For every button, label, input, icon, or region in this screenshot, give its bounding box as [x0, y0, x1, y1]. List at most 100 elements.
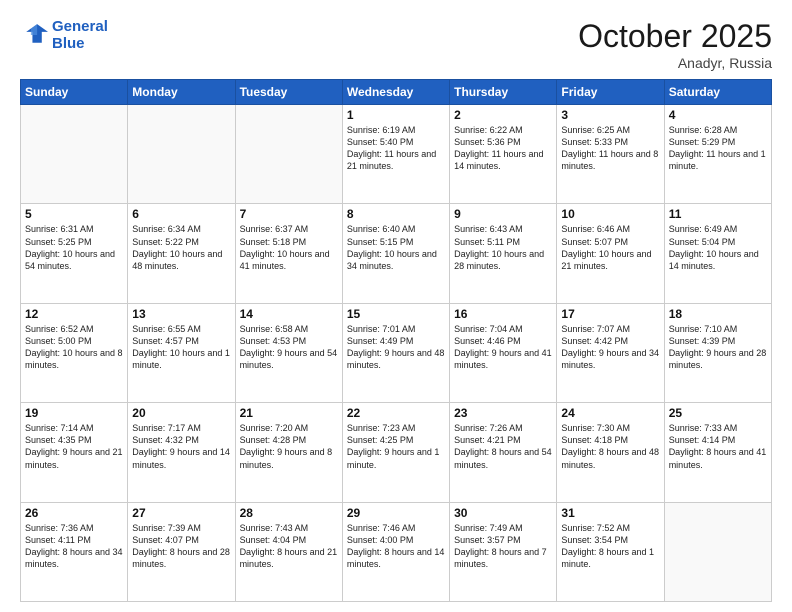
day-info: Sunrise: 6:46 AM Sunset: 5:07 PM Dayligh… [561, 223, 659, 272]
calendar-cell: 17 Sunrise: 7:07 AM Sunset: 4:42 PM Dayli… [557, 303, 664, 402]
day-number: 5 [25, 207, 123, 221]
calendar-cell: 13 Sunrise: 6:55 AM Sunset: 4:57 PM Dayli… [128, 303, 235, 402]
day-info: Sunrise: 6:49 AM Sunset: 5:04 PM Dayligh… [669, 223, 767, 272]
calendar-cell [21, 105, 128, 204]
day-info: Sunrise: 7:26 AM Sunset: 4:21 PM Dayligh… [454, 422, 552, 471]
day-number: 14 [240, 307, 338, 321]
calendar-cell: 9Sunrise: 6:43 AM Sunset: 5:11 PM Daylig… [450, 204, 557, 303]
location: Anadyr, Russia [578, 55, 772, 71]
day-info: Sunrise: 7:46 AM Sunset: 4:00 PM Dayligh… [347, 522, 445, 571]
day-info: Sunrise: 6:31 AM Sunset: 5:25 PM Dayligh… [25, 223, 123, 272]
calendar-cell: 31 Sunrise: 7:52 AM Sunset: 3:54 PM Dayli… [557, 502, 664, 601]
calendar-cell: 6 Sunrise: 6:34 AM Sunset: 5:22 PM Daylig… [128, 204, 235, 303]
day-info: Sunrise: 7:33 AM Sunset: 4:14 PM Dayligh… [669, 422, 767, 471]
day-info: Sunrise: 7:36 AM Sunset: 4:11 PM Dayligh… [25, 522, 123, 571]
day-info: Sunrise: 6:40 AM Sunset: 5:15 PM Dayligh… [347, 223, 445, 272]
day-number: 21 [240, 406, 338, 420]
day-number: 6 [132, 207, 230, 221]
day-info: Sunrise: 6:19 AM Sunset: 5:40 PM Dayligh… [347, 124, 445, 173]
day-info: Sunrise: 6:25 AM Sunset: 5:33 PM Dayligh… [561, 124, 659, 173]
day-info: Sunrise: 7:20 AM Sunset: 4:28 PM Dayligh… [240, 422, 338, 471]
month-title: October 2025 [578, 18, 772, 55]
weekday-header-sunday: Sunday [21, 80, 128, 105]
calendar-cell: 2 Sunrise: 6:22 AM Sunset: 5:36 PM Daylig… [450, 105, 557, 204]
logo-text: General Blue [52, 18, 108, 52]
calendar-week-2: 5 Sunrise: 6:31 AM Sunset: 5:25 PM Daylig… [21, 204, 772, 303]
day-number: 27 [132, 506, 230, 520]
day-info: Sunrise: 7:30 AM Sunset: 4:18 PM Dayligh… [561, 422, 659, 471]
calendar-cell: 27 Sunrise: 7:39 AM Sunset: 4:07 PM Dayli… [128, 502, 235, 601]
calendar-week-3: 12 Sunrise: 6:52 AM Sunset: 5:00 PM Dayli… [21, 303, 772, 402]
day-number: 13 [132, 307, 230, 321]
weekday-header-friday: Friday [557, 80, 664, 105]
day-number: 17 [561, 307, 659, 321]
day-number: 12 [25, 307, 123, 321]
day-number: 19 [25, 406, 123, 420]
weekday-header-thursday: Thursday [450, 80, 557, 105]
day-number: 8 [347, 207, 445, 221]
calendar-cell: 4Sunrise: 6:28 AM Sunset: 5:29 PM Daylig… [664, 105, 771, 204]
day-info: Sunrise: 7:17 AM Sunset: 4:32 PM Dayligh… [132, 422, 230, 471]
day-info: Sunrise: 6:52 AM Sunset: 5:00 PM Dayligh… [25, 323, 123, 372]
day-number: 20 [132, 406, 230, 420]
day-number: 11 [669, 207, 767, 221]
day-number: 16 [454, 307, 552, 321]
calendar-cell: 8 Sunrise: 6:40 AM Sunset: 5:15 PM Daylig… [342, 204, 449, 303]
title-block: October 2025 Anadyr, Russia [578, 18, 772, 71]
day-number: 10 [561, 207, 659, 221]
calendar-cell: 24Sunrise: 7:30 AM Sunset: 4:18 PM Dayli… [557, 403, 664, 502]
logo-icon [20, 21, 48, 49]
calendar-cell: 25 Sunrise: 7:33 AM Sunset: 4:14 PM Dayli… [664, 403, 771, 502]
day-number: 25 [669, 406, 767, 420]
day-info: Sunrise: 7:07 AM Sunset: 4:42 PM Dayligh… [561, 323, 659, 372]
calendar-cell: 28 Sunrise: 7:43 AM Sunset: 4:04 PM Dayli… [235, 502, 342, 601]
calendar-cell: 22Sunrise: 7:23 AM Sunset: 4:25 PM Dayli… [342, 403, 449, 502]
day-number: 31 [561, 506, 659, 520]
calendar-cell: 18 Sunrise: 7:10 AM Sunset: 4:39 PM Dayli… [664, 303, 771, 402]
calendar-cell: 7 Sunrise: 6:37 AM Sunset: 5:18 PM Daylig… [235, 204, 342, 303]
calendar-cell [235, 105, 342, 204]
day-info: Sunrise: 7:10 AM Sunset: 4:39 PM Dayligh… [669, 323, 767, 372]
calendar-cell: 5 Sunrise: 6:31 AM Sunset: 5:25 PM Daylig… [21, 204, 128, 303]
day-number: 2 [454, 108, 552, 122]
calendar-week-4: 19 Sunrise: 7:14 AM Sunset: 4:35 PM Dayli… [21, 403, 772, 502]
calendar-cell: 10 Sunrise: 6:46 AM Sunset: 5:07 PM Dayli… [557, 204, 664, 303]
day-number: 22 [347, 406, 445, 420]
calendar-cell: 29Sunrise: 7:46 AM Sunset: 4:00 PM Dayli… [342, 502, 449, 601]
day-number: 28 [240, 506, 338, 520]
calendar-cell: 21 Sunrise: 7:20 AM Sunset: 4:28 PM Dayli… [235, 403, 342, 502]
weekday-header-monday: Monday [128, 80, 235, 105]
day-info: Sunrise: 7:52 AM Sunset: 3:54 PM Dayligh… [561, 522, 659, 571]
day-number: 9 [454, 207, 552, 221]
day-info: Sunrise: 6:55 AM Sunset: 4:57 PM Dayligh… [132, 323, 230, 372]
day-info: Sunrise: 7:39 AM Sunset: 4:07 PM Dayligh… [132, 522, 230, 571]
calendar-cell [664, 502, 771, 601]
calendar-cell: 14 Sunrise: 6:58 AM Sunset: 4:53 PM Dayli… [235, 303, 342, 402]
calendar-header-row: SundayMondayTuesdayWednesdayThursdayFrid… [21, 80, 772, 105]
calendar-cell: 19 Sunrise: 7:14 AM Sunset: 4:35 PM Dayli… [21, 403, 128, 502]
calendar-cell: 1 Sunrise: 6:19 AM Sunset: 5:40 PM Daylig… [342, 105, 449, 204]
calendar-table: SundayMondayTuesdayWednesdayThursdayFrid… [20, 79, 772, 602]
calendar-cell: 11 Sunrise: 6:49 AM Sunset: 5:04 PM Dayli… [664, 204, 771, 303]
day-info: Sunrise: 6:28 AM Sunset: 5:29 PM Dayligh… [669, 124, 767, 173]
day-info: Sunrise: 6:37 AM Sunset: 5:18 PM Dayligh… [240, 223, 338, 272]
day-number: 26 [25, 506, 123, 520]
calendar-cell: 16Sunrise: 7:04 AM Sunset: 4:46 PM Dayli… [450, 303, 557, 402]
page: General Blue October 2025 Anadyr, Russia… [0, 0, 792, 612]
day-info: Sunrise: 7:14 AM Sunset: 4:35 PM Dayligh… [25, 422, 123, 471]
day-number: 30 [454, 506, 552, 520]
day-info: Sunrise: 7:49 AM Sunset: 3:57 PM Dayligh… [454, 522, 552, 571]
day-info: Sunrise: 6:58 AM Sunset: 4:53 PM Dayligh… [240, 323, 338, 372]
day-info: Sunrise: 6:22 AM Sunset: 5:36 PM Dayligh… [454, 124, 552, 173]
day-number: 18 [669, 307, 767, 321]
day-number: 1 [347, 108, 445, 122]
day-number: 7 [240, 207, 338, 221]
calendar-cell: 15 Sunrise: 7:01 AM Sunset: 4:49 PM Dayli… [342, 303, 449, 402]
day-info: Sunrise: 7:43 AM Sunset: 4:04 PM Dayligh… [240, 522, 338, 571]
calendar-week-5: 26 Sunrise: 7:36 AM Sunset: 4:11 PM Dayli… [21, 502, 772, 601]
calendar-cell: 26 Sunrise: 7:36 AM Sunset: 4:11 PM Dayli… [21, 502, 128, 601]
day-info: Sunrise: 7:01 AM Sunset: 4:49 PM Dayligh… [347, 323, 445, 372]
day-info: Sunrise: 6:34 AM Sunset: 5:22 PM Dayligh… [132, 223, 230, 272]
day-number: 15 [347, 307, 445, 321]
day-number: 23 [454, 406, 552, 420]
